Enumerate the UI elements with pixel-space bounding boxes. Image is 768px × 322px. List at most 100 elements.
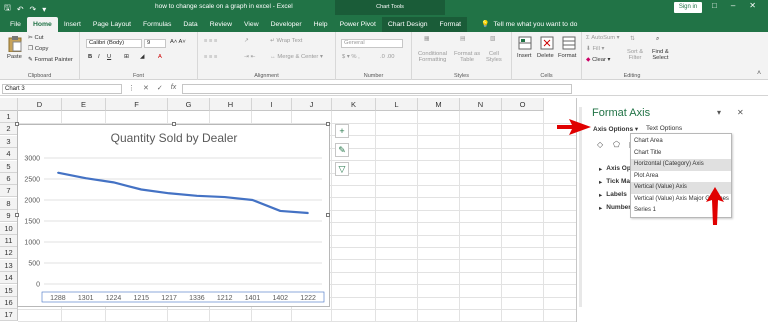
y-tick-label[interactable]: 2000 [24, 198, 40, 205]
font-size-combo[interactable]: 9 [144, 39, 166, 48]
column-header-h[interactable]: H [210, 98, 252, 111]
resize-handle-mr[interactable] [326, 213, 330, 217]
chart-title[interactable]: Quantity Sold by Dealer [111, 131, 238, 145]
row-header-13[interactable]: 13 [0, 259, 18, 272]
restore-icon[interactable]: □ [712, 1, 717, 10]
y-tick-label[interactable]: 3000 [24, 156, 40, 163]
undo-icon[interactable]: ↶ [17, 5, 24, 14]
autosum-button[interactable]: Σ AutoSum ▾ [586, 35, 620, 41]
redo-icon[interactable]: ↷ [30, 5, 37, 14]
paste-icon[interactable] [8, 36, 22, 52]
row-header-16[interactable]: 16 [0, 297, 18, 309]
font-name-combo[interactable]: Calibri (Body) [86, 39, 142, 48]
customize-qa-icon[interactable]: ▾ [42, 5, 46, 14]
find-select-button[interactable]: Find & Select [652, 49, 669, 61]
cut-button[interactable]: ✂ Cut [28, 35, 44, 41]
tab-help[interactable]: Help [308, 17, 334, 32]
row-header-3[interactable]: 3 [0, 135, 18, 148]
column-header-n[interactable]: N [460, 98, 502, 111]
sign-in-button[interactable]: Sign in [674, 2, 702, 13]
delete-cells-icon[interactable] [540, 36, 554, 50]
italic-button[interactable]: I [98, 54, 100, 60]
clear-button[interactable]: ◆ Clear ▾ [586, 57, 610, 63]
tab-file[interactable]: File [4, 17, 27, 32]
conditional-formatting-button[interactable]: Conditional Formatting [418, 51, 447, 63]
decimal-icon[interactable]: .0 .00 [380, 54, 395, 60]
x-tick-label[interactable]: 1301 [78, 295, 94, 302]
tab-format[interactable]: Format [433, 17, 468, 32]
copy-button[interactable]: ❐ Copy [28, 46, 48, 52]
y-tick-label[interactable]: 2500 [24, 177, 40, 184]
pane-splitter[interactable] [579, 107, 582, 307]
chart-styles-button[interactable]: ✎ [335, 143, 349, 157]
data-point[interactable] [112, 181, 115, 184]
fill-color-icon[interactable]: ◢ [140, 54, 144, 60]
column-header-o[interactable]: O [502, 98, 544, 111]
minimize-icon[interactable]: – [731, 1, 735, 10]
sort-filter-icon[interactable]: ⇅ [630, 36, 635, 42]
text-options-tab[interactable]: Text Options [646, 125, 682, 132]
x-tick-label[interactable]: 1402 [273, 295, 289, 302]
format-painter-button[interactable]: ✎ Format Painter [28, 57, 73, 63]
data-point[interactable] [57, 171, 59, 174]
dropdown-item-horizontal-axis[interactable]: Horizontal (Category) Axis [631, 159, 731, 171]
left-align-icon[interactable]: ≡ ≡ ≡ [204, 54, 217, 60]
column-header-f[interactable]: F [106, 98, 168, 111]
tab-home[interactable]: Home [26, 17, 58, 32]
x-tick-label[interactable]: 1217 [161, 295, 177, 302]
tab-data[interactable]: Data [177, 17, 203, 32]
paste-label[interactable]: Paste [7, 54, 22, 60]
format-as-table-icon[interactable]: ▤ [460, 36, 465, 42]
dropdown-item-plot-area[interactable]: Plot Area [631, 171, 731, 183]
name-box[interactable]: Chart 3 [2, 84, 122, 94]
format-button[interactable]: Format [558, 53, 576, 59]
data-point[interactable] [307, 212, 309, 214]
wrap-text-button[interactable]: ↵ Wrap Text [270, 38, 302, 44]
fill-button[interactable]: ⬇ Fill ▾ [586, 46, 604, 52]
format-as-table-button[interactable]: Format as Table [454, 51, 480, 63]
x-tick-label[interactable]: 1215 [134, 295, 150, 302]
data-point[interactable] [84, 177, 87, 179]
axis-options-tab[interactable]: Axis Options ▾ [593, 125, 638, 133]
tell-me-box[interactable]: 💡 Tell me what you want to do [475, 17, 583, 32]
cancel-icon[interactable]: ✕ [143, 84, 149, 92]
data-point[interactable] [140, 188, 143, 191]
section-number[interactable]: ▸ Number [599, 204, 631, 212]
column-header-k[interactable]: K [332, 98, 376, 111]
insert-button[interactable]: Insert [517, 53, 532, 59]
font-color-icon[interactable]: A [158, 54, 162, 60]
tab-power-pivot[interactable]: Power Pivot [334, 17, 382, 32]
fill-line-icon[interactable]: ◇ [597, 140, 603, 149]
data-point[interactable] [279, 210, 282, 212]
x-tick-label[interactable]: 1288 [50, 295, 66, 302]
conditional-formatting-icon[interactable]: ▦ [424, 36, 429, 42]
save-icon[interactable]: 🖫 [4, 2, 11, 16]
insert-cells-icon[interactable] [518, 36, 532, 50]
bold-button[interactable]: B [88, 54, 92, 60]
y-tick-label[interactable]: 0 [36, 282, 40, 289]
close-window-icon[interactable]: ✕ [749, 1, 756, 10]
tab-developer[interactable]: Developer [265, 17, 308, 32]
accounting-format-icon[interactable]: $ ▾ % , [342, 54, 360, 60]
select-all-corner[interactable] [0, 98, 18, 111]
resize-handle-tl[interactable] [15, 122, 19, 126]
chart-filters-button[interactable]: ▽ [335, 162, 349, 176]
tab-review[interactable]: Review [204, 17, 238, 32]
resize-handle-tr[interactable] [326, 122, 330, 126]
tab-formulas[interactable]: Formulas [137, 17, 177, 32]
grow-font-icon[interactable]: A˄ A˅ [170, 39, 186, 45]
orientation-icon[interactable]: ↗ [244, 38, 249, 44]
column-header-i[interactable]: I [252, 98, 292, 111]
x-tick-label[interactable]: 1224 [106, 295, 122, 302]
tab-chart-design[interactable]: Chart Design [381, 17, 434, 32]
row-header-14[interactable]: 14 [0, 272, 18, 285]
row-header-5[interactable]: 5 [0, 160, 18, 173]
y-tick-label[interactable]: 500 [28, 261, 40, 268]
data-point[interactable] [223, 196, 226, 198]
column-header-j[interactable]: J [292, 98, 332, 111]
section-labels[interactable]: ▸ Labels [599, 191, 627, 199]
merge-center-button[interactable]: ↔ Merge & Center ▾ [270, 54, 323, 60]
resize-handle-ml[interactable] [15, 213, 19, 217]
chart-elements-button[interactable]: + [335, 124, 349, 138]
row-header-11[interactable]: 11 [0, 235, 18, 247]
